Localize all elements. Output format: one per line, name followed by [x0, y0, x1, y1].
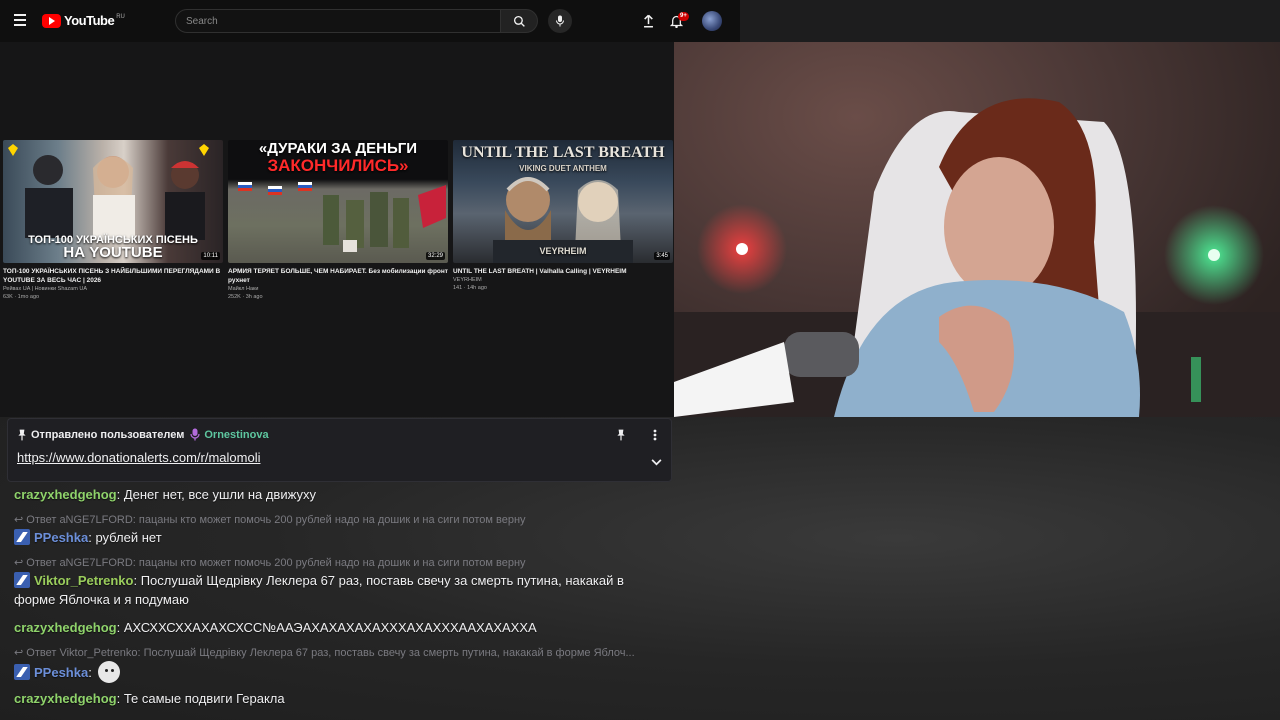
chat-username[interactable]: crazyxhedgehog [14, 487, 117, 502]
upload-icon [643, 14, 653, 28]
chat-username[interactable]: crazyxhedgehog [14, 620, 117, 635]
video-card[interactable]: ТОП-100 УКРАЇНСЬКИХ ПІСЕНЬ НА YOUTUBE 10… [3, 140, 223, 301]
donation-link[interactable]: https://www.donationalerts.com/r/malomol… [17, 450, 260, 465]
chevron-down-icon [651, 458, 661, 465]
chat-username[interactable]: PPeshka [34, 530, 88, 545]
video-thumbnail[interactable]: UNTIL THE LAST BREATH VIKING DUET ANTHEM… [453, 140, 673, 263]
chat-text: Те самые подвиги Геракла [123, 691, 285, 706]
search-icon [513, 15, 525, 27]
pinned-user[interactable]: Ornestinova [204, 429, 268, 441]
moderator-badge-icon [14, 572, 30, 588]
stream-video[interactable] [674, 42, 1280, 417]
video-title[interactable]: UNTIL THE LAST BREATH | Valhalla Calling… [453, 267, 673, 276]
pin-icon [18, 429, 26, 440]
chat-reply-context[interactable]: ↩ Ответ aNGE7LFORD: пацаны кто может пом… [14, 556, 664, 570]
chat-text: АХСХХСХХАХАХСХСС№ААЭАХАХАХАХАХХХАХАХХХАА… [123, 620, 537, 635]
video-meta: 252K · 3h ago [228, 294, 263, 300]
streamer-webcam-image [674, 98, 1280, 417]
thumbnail-text: «ДУРАКИ ЗА ДЕНЬГИ [258, 140, 418, 157]
chat-message: crazyxhedgehog: Денег нет, все ушли на д… [14, 487, 316, 502]
youtube-logo[interactable]: YouTube RU [42, 13, 125, 28]
video-card[interactable]: UNTIL THE LAST BREATH VIKING DUET ANTHEM… [453, 140, 673, 292]
video-title[interactable]: АРМИЯ ТЕРЯЕТ БОЛЬШЕ, ЧЕМ НАБИРАЕТ. Без м… [228, 267, 448, 285]
reply-text: Ответ Viktor_Petrenko: Послушай Щедрівку… [26, 647, 635, 659]
reply-text: Ответ aNGE7LFORD: пацаны кто может помоч… [26, 514, 526, 526]
emote-icon[interactable] [97, 661, 120, 683]
chat-text: рублей нет [95, 530, 162, 545]
video-title[interactable]: ТОП-100 УКРАЇНСЬКИХ ПІСЕНЬ З НАЙБІЛЬШИМИ… [3, 267, 223, 285]
video-card[interactable]: «ДУРАКИ ЗА ДЕНЬГИ ЗАКОНЧИЛИСЬ» 32:29 АРМ… [228, 140, 448, 301]
video-thumbnail[interactable]: ТОП-100 УКРАЇНСЬКИХ ПІСЕНЬ НА YOUTUBE 10… [3, 140, 223, 263]
pinned-message: Отправлено пользователем Ornestinova htt… [7, 418, 672, 482]
video-thumbnail[interactable]: «ДУРАКИ ЗА ДЕНЬГИ ЗАКОНЧИЛИСЬ» 32:29 [228, 140, 448, 263]
reply-arrow-icon: ↩ [14, 647, 27, 659]
video-duration: 3:45 [654, 252, 670, 260]
menu-icon[interactable] [14, 14, 26, 26]
search-button[interactable] [500, 9, 538, 33]
moderator-badge-icon [14, 664, 30, 680]
pin-icon [617, 429, 625, 441]
chat-username[interactable]: crazyxhedgehog [14, 691, 117, 706]
create-button[interactable] [638, 11, 658, 31]
pinned-by-label: Отправлено пользователем [31, 428, 185, 441]
moderator-badge-icon [14, 529, 30, 545]
thumbnail-text: VIKING DUET ANTHEM [519, 164, 607, 173]
logo-text: YouTube [64, 13, 115, 28]
thumbnail-text: ЗАКОНЧИЛИСЬ» [267, 156, 409, 175]
chat-username[interactable]: Viktor_Petrenko [34, 573, 133, 588]
youtube-feed: ТОП-100 УКРАЇНСЬКИХ ПІСЕНЬ НА YOUTUBE 10… [0, 42, 674, 417]
chat-text: Денег нет, все ушли на движуху [123, 487, 316, 502]
video-meta: 141 · 14h ago [453, 285, 487, 291]
avatar[interactable] [702, 11, 722, 31]
chat-username[interactable]: PPeshka [34, 665, 88, 680]
youtube-header: YouTube RU Search 9+ [0, 0, 740, 42]
thumbnail-text: НА YOUTUBE [63, 244, 163, 261]
more-vertical-icon [653, 429, 657, 441]
reply-arrow-icon: ↩ [14, 514, 27, 526]
chat-message: crazyxhedgehog: Те самые подвиги Геракла [14, 691, 285, 706]
chat-reply-context[interactable]: ↩ Ответ Viktor_Petrenko: Послушай Щедрів… [14, 646, 664, 660]
video-duration: 10:11 [201, 252, 220, 260]
chat-reply-context[interactable]: ↩ Ответ aNGE7LFORD: пацаны кто может пом… [14, 513, 664, 527]
microphone-icon [556, 15, 564, 27]
chat-message: PPeshka: рублей нет [14, 528, 664, 547]
video-duration: 32:29 [425, 252, 445, 260]
thumbnail-text: UNTIL THE LAST BREATH [461, 144, 665, 161]
video-channel[interactable]: Рейвах UA | Новинки Shazam UA [3, 285, 223, 293]
expand-button[interactable] [649, 456, 663, 468]
search-input[interactable]: Search [175, 9, 501, 33]
notification-badge: 9+ [678, 12, 689, 21]
chat-message: PPeshka: [14, 661, 664, 683]
video-channel[interactable]: VEYRHEIM [453, 276, 673, 284]
pinned-header: Отправлено пользователем Ornestinova [17, 428, 269, 441]
reply-text: Ответ aNGE7LFORD: пацаны кто может помоч… [26, 557, 526, 569]
youtube-play-icon [42, 13, 61, 28]
chat-message: Viktor_Petrenko: Послушай Щедрівку Лекле… [14, 572, 624, 607]
video-channel[interactable]: Майкл Наки [228, 285, 448, 293]
voice-search-button[interactable] [548, 9, 572, 33]
chat-message: crazyxhedgehog: АХСХХСХХАХАХСХСС№ААЭАХАХ… [14, 620, 537, 635]
unpin-button[interactable] [614, 428, 628, 442]
thumbnail-text: VEYRHEIM [539, 246, 587, 256]
more-options-button[interactable] [650, 428, 660, 442]
reply-arrow-icon: ↩ [14, 557, 27, 569]
region-code: RU [116, 14, 125, 20]
video-meta: 63K · 1mo ago [3, 294, 40, 300]
microphone-badge-icon [190, 428, 200, 441]
